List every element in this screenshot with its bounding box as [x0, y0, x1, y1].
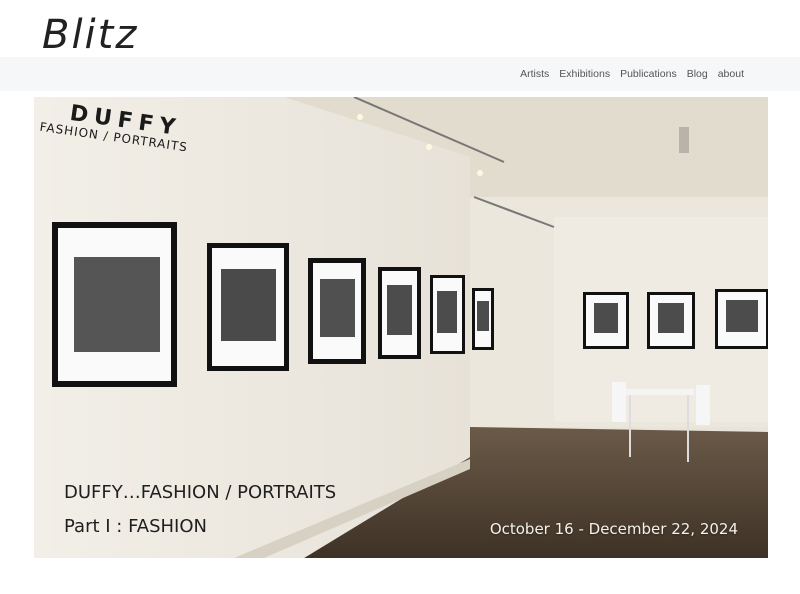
nav-item-blog[interactable]: Blog — [687, 68, 708, 80]
nav-item-about[interactable]: about — [718, 68, 744, 80]
nav-item-artists[interactable]: Artists — [520, 68, 549, 80]
nav-item-exhibitions[interactable]: Exhibitions — [559, 68, 610, 80]
exhibition-part: Part I : FASHION — [64, 516, 207, 537]
nav-item-publications[interactable]: Publications — [620, 68, 677, 80]
exhibition-dates: October 16 - December 22, 2024 — [489, 520, 738, 538]
hero-exhibition-image[interactable]: DUFFY FASHION / PORTRAITS DUFFY…FASHION … — [34, 97, 768, 558]
navigation-bar: Artists Exhibitions Publications Blog ab… — [0, 57, 800, 91]
main-nav: Artists Exhibitions Publications Blog ab… — [520, 57, 744, 91]
exhibition-title: DUFFY…FASHION / PORTRAITS — [64, 482, 337, 503]
site-logo[interactable]: Blitz — [42, 12, 138, 58]
